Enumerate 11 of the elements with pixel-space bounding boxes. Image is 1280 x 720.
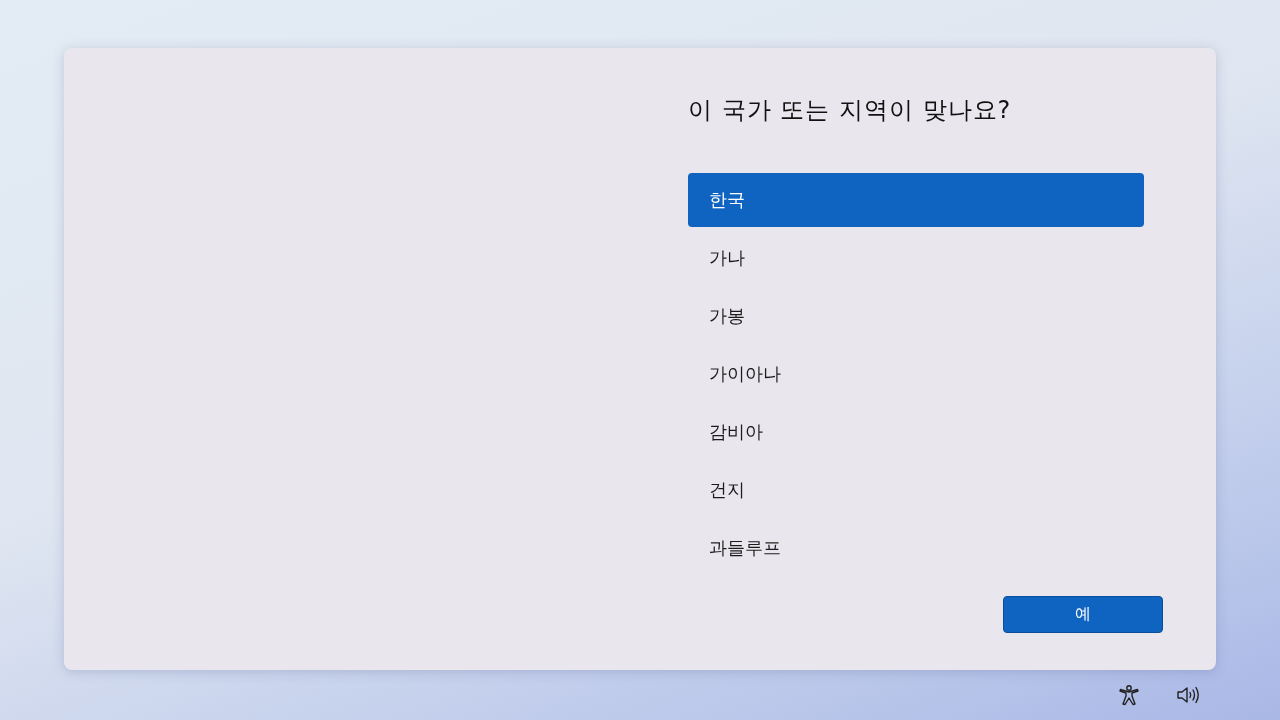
country-option[interactable]: 가나 [688,231,1144,285]
country-option[interactable]: 가이아나 [688,347,1144,401]
page-title: 이 국가 또는 지역이 맞나요? [688,95,1013,126]
country-option[interactable]: 감비아 [688,405,1144,459]
speaker-icon[interactable] [1176,685,1202,705]
country-option[interactable]: 한국 [688,173,1144,227]
accessibility-icon[interactable] [1118,684,1140,706]
yes-button[interactable]: 예 [1003,596,1163,633]
country-option[interactable]: 건지 [688,463,1144,517]
country-option[interactable]: 과들루프 [688,521,1144,575]
country-option[interactable]: 가봉 [688,289,1144,343]
